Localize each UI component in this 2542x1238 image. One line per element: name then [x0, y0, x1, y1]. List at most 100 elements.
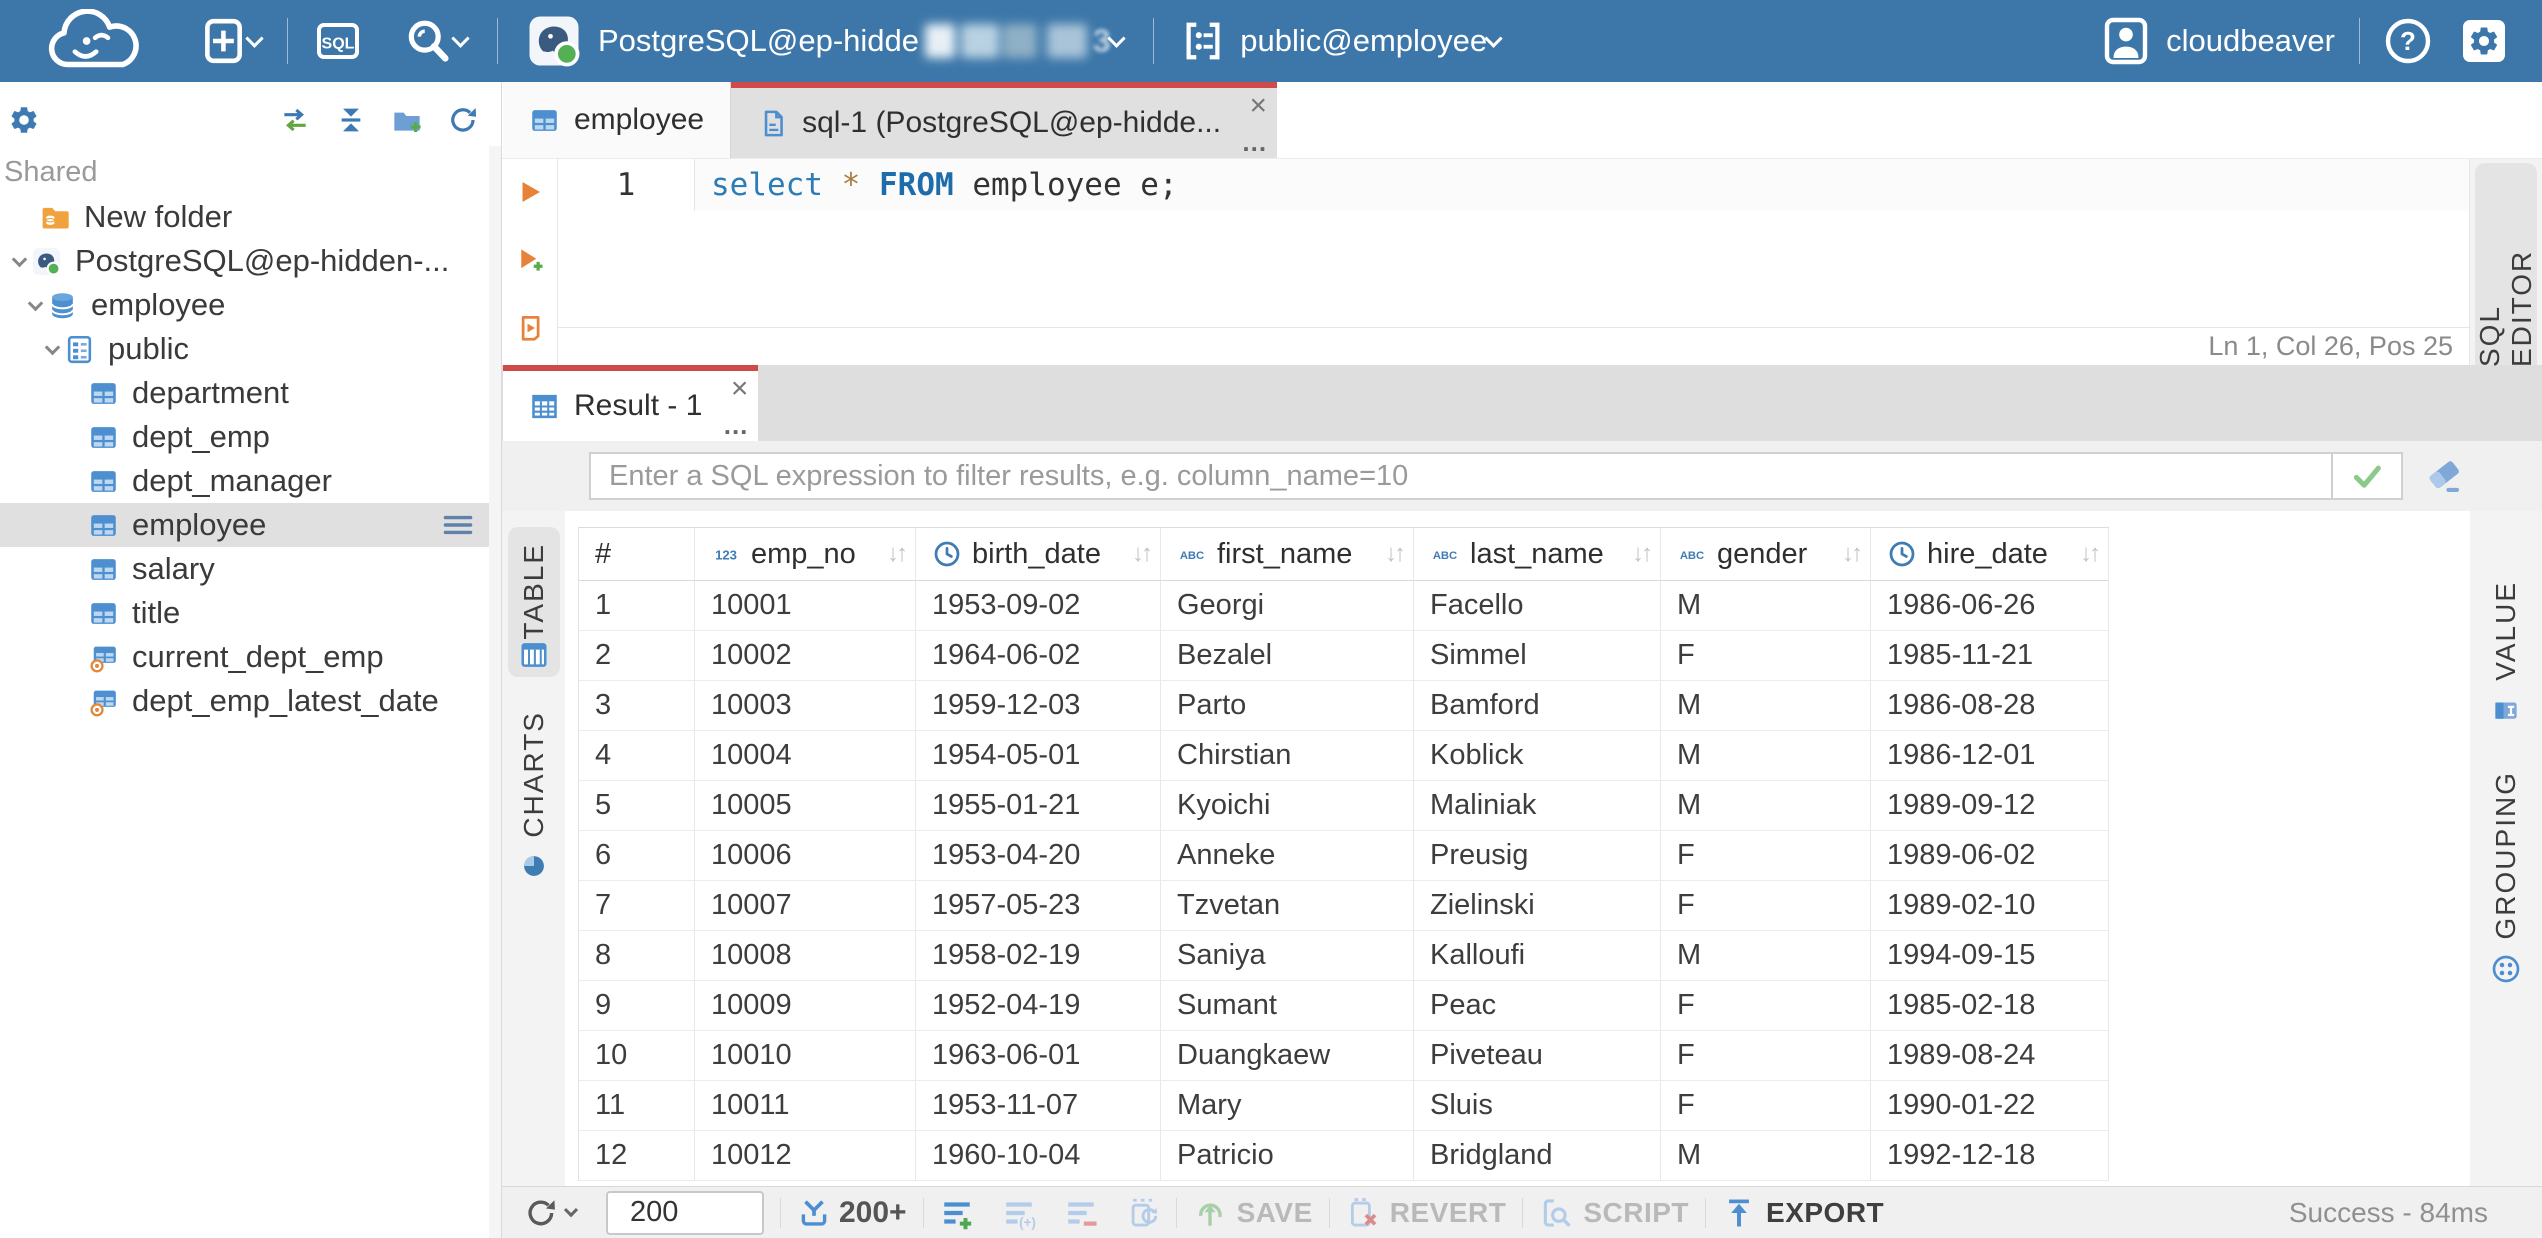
data-cell[interactable]: 1986-12-01 — [1871, 731, 2109, 781]
data-cell[interactable]: Koblick — [1414, 731, 1661, 781]
tab-grouping-vertical[interactable]: GROUPING — [2490, 771, 2522, 985]
data-cell[interactable]: Anneke — [1161, 831, 1414, 881]
chevron-down-icon[interactable] — [24, 295, 47, 311]
data-cell[interactable]: 1958-02-19 — [916, 931, 1161, 981]
row-number-cell[interactable]: 1 — [579, 581, 695, 631]
data-cell[interactable]: Bamford — [1414, 681, 1661, 731]
sidebar-scrollbar[interactable] — [489, 146, 501, 1238]
tree-item-employee[interactable]: employee — [0, 503, 490, 547]
clear-filter-eraser-icon[interactable] — [2425, 457, 2463, 495]
data-cell[interactable]: 1953-11-07 — [916, 1081, 1161, 1131]
sort-arrows-icon[interactable]: ↓↑ — [1385, 540, 1406, 568]
data-cell[interactable]: 10009 — [695, 981, 916, 1031]
tab-table-vertical[interactable]: TABLE — [507, 527, 560, 677]
sort-arrows-icon[interactable]: ↓↑ — [2080, 540, 2101, 568]
data-cell[interactable]: 1953-09-02 — [916, 581, 1161, 631]
data-cell[interactable]: F — [1661, 631, 1871, 681]
data-cell[interactable]: Kalloufi — [1414, 931, 1661, 981]
data-cell[interactable]: 10006 — [695, 831, 916, 881]
sort-arrows-icon[interactable]: ↓↑ — [1842, 540, 1863, 568]
row-number-cell[interactable]: 7 — [579, 881, 695, 931]
link-with-editor-icon[interactable] — [279, 104, 311, 136]
column-header-last_name[interactable]: ABC last_name ↓↑ — [1414, 528, 1661, 581]
column-header-hire_date[interactable]: hire_date ↓↑ — [1871, 528, 2109, 581]
data-cell[interactable]: 1953-04-20 — [916, 831, 1161, 881]
apply-filter-button[interactable] — [2331, 454, 2401, 498]
data-cell[interactable]: Zielinski — [1414, 881, 1661, 931]
sql-editor-button[interactable]: SQL — [314, 17, 362, 65]
data-cell[interactable]: Maliniak — [1414, 781, 1661, 831]
data-cell[interactable]: 1952-04-19 — [916, 981, 1161, 1031]
data-cell[interactable]: 1957-05-23 — [916, 881, 1161, 931]
data-cell[interactable]: M — [1661, 931, 1871, 981]
data-cell[interactable]: 1992-12-18 — [1871, 1131, 2109, 1181]
item-menu-icon[interactable] — [442, 512, 474, 538]
data-cell[interactable]: Parto — [1161, 681, 1414, 731]
tree-item-salary[interactable]: salary — [0, 547, 490, 591]
fetch-size-input[interactable] — [606, 1190, 764, 1235]
data-cell[interactable]: M — [1661, 581, 1871, 631]
data-cell[interactable]: Simmel — [1414, 631, 1661, 681]
connection-selector[interactable]: PostgreSQL@ep-hidde 3 — [526, 13, 1126, 69]
row-number-cell[interactable]: 12 — [579, 1131, 695, 1181]
row-number-cell[interactable]: 6 — [579, 831, 695, 881]
row-number-cell[interactable]: 10 — [579, 1031, 695, 1081]
data-cell[interactable]: 10002 — [695, 631, 916, 681]
row-number-cell[interactable]: 4 — [579, 731, 695, 781]
data-cell[interactable]: 1985-02-18 — [1871, 981, 2109, 1031]
data-cell[interactable]: 10008 — [695, 931, 916, 981]
data-cell[interactable]: F — [1661, 1031, 1871, 1081]
tree-item-dept-emp-latest-date[interactable]: dept_emp_latest_date — [0, 679, 490, 723]
help-button[interactable]: ? — [2384, 17, 2432, 65]
tab-result-1[interactable]: Result - 1 × ... — [503, 365, 759, 441]
new-object-button[interactable] — [198, 15, 264, 67]
data-cell[interactable]: Georgi — [1161, 581, 1414, 631]
data-cell[interactable]: Sluis — [1414, 1081, 1661, 1131]
tree-item-employee[interactable]: employee — [0, 283, 490, 327]
row-number-cell[interactable]: 2 — [579, 631, 695, 681]
tree-item-dept-manager[interactable]: dept_manager — [0, 459, 490, 503]
data-cell[interactable]: 1964-06-02 — [916, 631, 1161, 681]
user-menu[interactable]: cloudbeaver — [2102, 15, 2335, 67]
column-header-emp_no[interactable]: 123 emp_no ↓↑ — [695, 528, 916, 581]
row-number-cell[interactable]: 9 — [579, 981, 695, 1031]
data-cell[interactable]: 1989-08-24 — [1871, 1031, 2109, 1081]
tree-item-public[interactable]: public — [0, 327, 490, 371]
data-cell[interactable]: Bezalel — [1161, 631, 1414, 681]
data-cell[interactable]: Preusig — [1414, 831, 1661, 881]
data-cell[interactable]: 1986-06-26 — [1871, 581, 2109, 631]
data-cell[interactable]: 10011 — [695, 1081, 916, 1131]
data-cell[interactable]: 10005 — [695, 781, 916, 831]
driver-tools-button[interactable] — [402, 15, 470, 67]
sort-arrows-icon[interactable]: ↓↑ — [1132, 540, 1153, 568]
data-cell[interactable]: Piveteau — [1414, 1031, 1661, 1081]
execute-query-icon[interactable] — [515, 177, 545, 207]
data-cell[interactable]: 10010 — [695, 1031, 916, 1081]
collapse-all-icon[interactable] — [335, 104, 367, 136]
execute-script-icon[interactable] — [515, 313, 545, 343]
data-cell[interactable]: Sumant — [1161, 981, 1414, 1031]
column-header-gender[interactable]: ABC gender ↓↑ — [1661, 528, 1871, 581]
refresh-icon[interactable] — [447, 104, 479, 136]
data-cell[interactable]: Bridgland — [1414, 1131, 1661, 1181]
data-cell[interactable]: 1963-06-01 — [916, 1031, 1161, 1081]
data-cell[interactable]: Patricio — [1161, 1131, 1414, 1181]
data-cell[interactable]: 1954-05-01 — [916, 731, 1161, 781]
data-cell[interactable]: 1989-09-12 — [1871, 781, 2109, 831]
row-number-cell[interactable]: 3 — [579, 681, 695, 731]
tree-item-department[interactable]: department — [0, 371, 490, 415]
data-cell[interactable]: 10007 — [695, 881, 916, 931]
data-cell[interactable]: M — [1661, 781, 1871, 831]
data-cell[interactable]: Duangkaew — [1161, 1031, 1414, 1081]
tree-item-new-folder[interactable]: New folder — [0, 195, 490, 239]
code-editor[interactable]: 1 select * FROM employee e; Ln 1, Col 26… — [558, 159, 2470, 365]
data-cell[interactable]: 1959-12-03 — [916, 681, 1161, 731]
data-cell[interactable]: 1960-10-04 — [916, 1131, 1161, 1181]
sql-code-line[interactable]: select * FROM employee e; — [695, 159, 2469, 211]
data-cell[interactable]: Tzvetan — [1161, 881, 1414, 931]
data-cell[interactable]: Facello — [1414, 581, 1661, 631]
add-row-icon[interactable] — [940, 1196, 974, 1230]
data-cell[interactable]: F — [1661, 881, 1871, 931]
data-cell[interactable]: 10012 — [695, 1131, 916, 1181]
tab-sql-1[interactable]: sql-1 (PostgreSQL@ep-hidde... × ... — [731, 82, 1278, 158]
